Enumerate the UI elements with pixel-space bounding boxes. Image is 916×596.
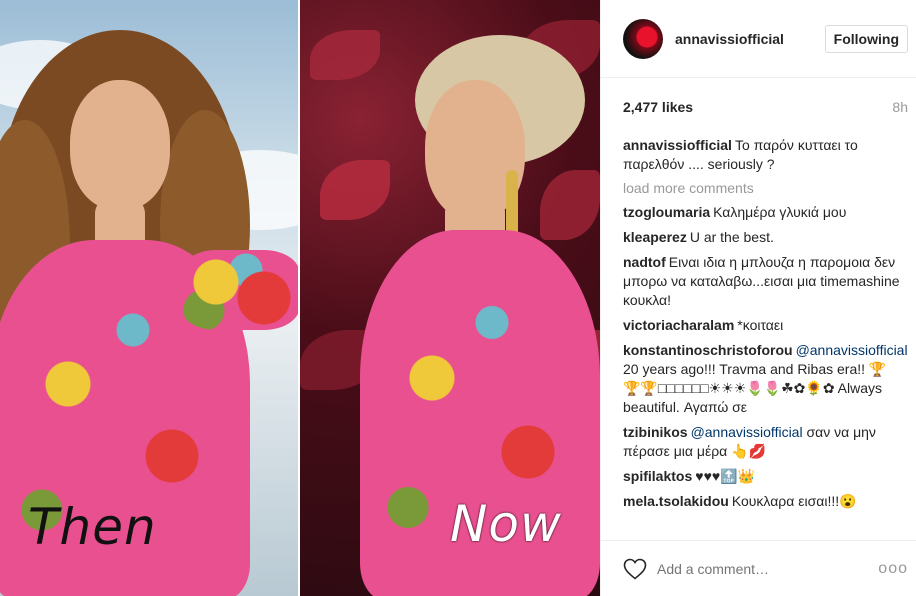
- load-more-comments-link[interactable]: load more comments: [623, 180, 900, 196]
- comment-text: U ar the best.: [689, 229, 774, 245]
- header-username[interactable]: annavissiofficial: [675, 31, 825, 47]
- comment-username[interactable]: victoriacharalam: [623, 317, 734, 333]
- mention-link[interactable]: @annavissiofficial: [796, 342, 908, 358]
- instagram-post: Then Now annavissiofficial Following 2,4…: [0, 0, 916, 596]
- comment-text: *κοιταει: [737, 317, 784, 333]
- add-comment-bar: ooo: [601, 540, 916, 596]
- post-sidebar: annavissiofficial Following 2,477 likes …: [600, 0, 916, 596]
- post-time[interactable]: 8h: [892, 99, 908, 115]
- post-photo[interactable]: Then Now: [0, 0, 600, 596]
- list-item: victoriacharalam *κοιταει: [623, 316, 900, 335]
- comment-username[interactable]: kleaperez: [623, 229, 687, 245]
- comment-text: ♥♥♥🔝👑: [695, 468, 756, 484]
- comments-list: annavissiofficial Το παρόν κυτταει το παρ…: [601, 136, 916, 511]
- comment-username[interactable]: spifilaktos: [623, 468, 692, 484]
- then-photo: Then: [0, 0, 298, 596]
- comment-username[interactable]: nadtof: [623, 254, 666, 270]
- caption-comment: annavissiofficial Το παρόν κυτταει το παρ…: [623, 136, 900, 174]
- now-photo: Now: [300, 0, 600, 596]
- comment-username[interactable]: mela.tsolakidou: [623, 493, 729, 509]
- avatar[interactable]: [623, 18, 663, 59]
- list-item: tzogloumaria Καλημέρα γλυκιά μου: [623, 203, 900, 222]
- now-caption: Now: [450, 495, 562, 553]
- comment-text: Κουκλαρα εισαι!!!😮: [731, 493, 857, 509]
- comment-text: 20 years ago!!! Travma and Ribas era!! 🏆…: [623, 361, 887, 415]
- likes-row: 2,477 likes 8h: [601, 98, 916, 116]
- list-item: tzibinikos @annavissiofficial σαν να μην …: [623, 423, 900, 461]
- comment-text: Καλημέρα γλυκιά μου: [713, 204, 847, 220]
- comment-username[interactable]: tzibinikos: [623, 424, 688, 440]
- list-item: konstantinoschristoforou @annavissioffici…: [623, 341, 908, 417]
- comment-username[interactable]: konstantinoschristoforou: [623, 342, 793, 358]
- then-caption: Then: [28, 498, 157, 556]
- likes-count[interactable]: 2,477 likes: [623, 99, 693, 115]
- heart-icon[interactable]: [623, 558, 647, 580]
- comment-username[interactable]: annavissiofficial: [623, 137, 732, 153]
- list-item: spifilaktos ♥♥♥🔝👑: [623, 467, 900, 486]
- mention-link[interactable]: @annavissiofficial: [691, 424, 803, 440]
- post-header: annavissiofficial Following: [601, 0, 916, 78]
- list-item: mela.tsolakidou Κουκλαρα εισαι!!!😮: [623, 492, 900, 511]
- following-button[interactable]: Following: [824, 24, 908, 53]
- list-item: nadtof Ειναι ιδια η μπλουζα η παρομοια δε…: [623, 253, 900, 310]
- comment-username[interactable]: tzogloumaria: [623, 204, 710, 220]
- more-options-icon[interactable]: ooo: [878, 560, 908, 578]
- list-item: kleaperez U ar the best.: [623, 228, 900, 247]
- add-comment-input[interactable]: [657, 560, 879, 577]
